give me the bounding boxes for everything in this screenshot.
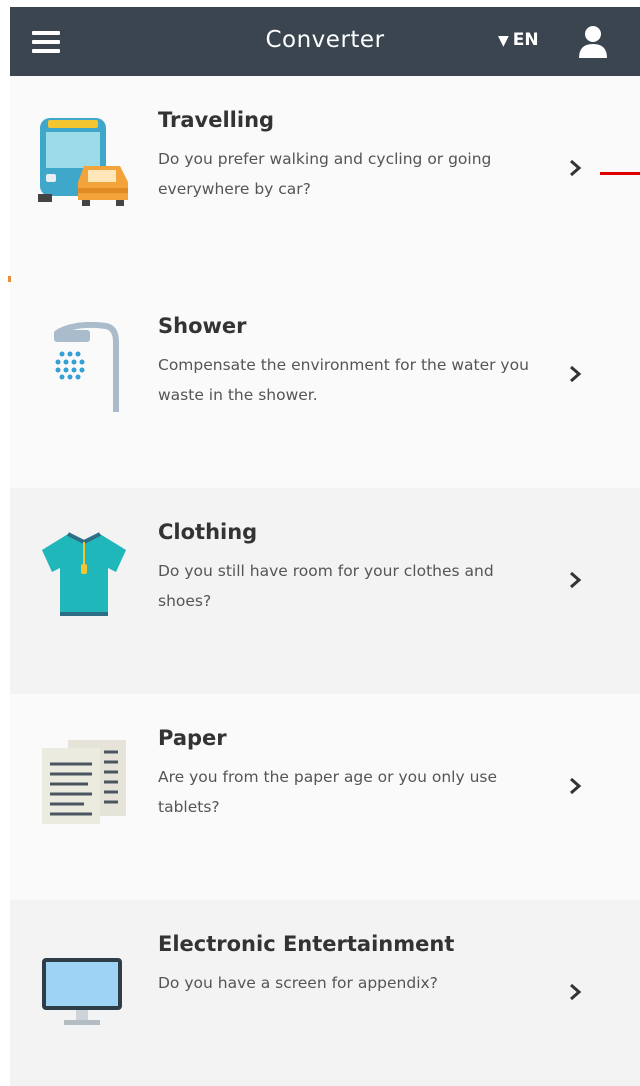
- item-description: Do you still have room for your clothes …: [158, 562, 494, 610]
- user-icon[interactable]: [576, 24, 610, 60]
- list-item-shower[interactable]: Shower Compensate the environment for th…: [10, 282, 640, 488]
- t-shirt-icon: [42, 532, 126, 616]
- item-description: Do you have a screen for appendix?: [158, 974, 438, 992]
- bus-and-car-icon: [38, 118, 128, 206]
- chevron-right-icon[interactable]: [568, 982, 584, 1002]
- converter-category-list: Travelling Do you prefer walking and cyc…: [10, 76, 640, 1086]
- shower-icon: [54, 322, 119, 412]
- language-label: EN: [512, 30, 539, 50]
- dropdown-triangle-icon: ▼: [498, 33, 509, 49]
- list-item-clothing[interactable]: Clothing Do you still have room for your…: [10, 488, 640, 694]
- page-title: Converter: [265, 27, 385, 53]
- item-title: Travelling: [158, 108, 275, 132]
- monitor-icon: [42, 958, 122, 1025]
- item-title: Shower: [158, 314, 247, 338]
- edge-marker: [8, 276, 11, 282]
- list-item-travelling[interactable]: Travelling Do you prefer walking and cyc…: [10, 76, 640, 282]
- chevron-right-icon[interactable]: [568, 776, 584, 796]
- language-selector[interactable]: ▼ EN: [498, 30, 539, 50]
- item-title: Clothing: [158, 520, 258, 544]
- item-description: Are you from the paper age or you only u…: [158, 768, 498, 816]
- item-title: Paper: [158, 726, 227, 750]
- item-description: Compensate the environment for the water…: [158, 356, 529, 404]
- list-item-electronic-entertainment[interactable]: Electronic Entertainment Do you have a s…: [10, 900, 640, 1086]
- item-description: Do you prefer walking and cycling or goi…: [158, 150, 492, 198]
- chevron-right-icon[interactable]: [568, 158, 584, 178]
- chevron-right-icon[interactable]: [568, 364, 584, 384]
- chevron-right-icon[interactable]: [568, 570, 584, 590]
- red-indicator-line: [600, 172, 640, 175]
- item-title: Electronic Entertainment: [158, 932, 455, 956]
- paper-documents-icon: [42, 740, 126, 824]
- list-item-paper[interactable]: Paper Are you from the paper age or you …: [10, 694, 640, 900]
- top-app-bar: Converter ▼ EN: [10, 7, 640, 76]
